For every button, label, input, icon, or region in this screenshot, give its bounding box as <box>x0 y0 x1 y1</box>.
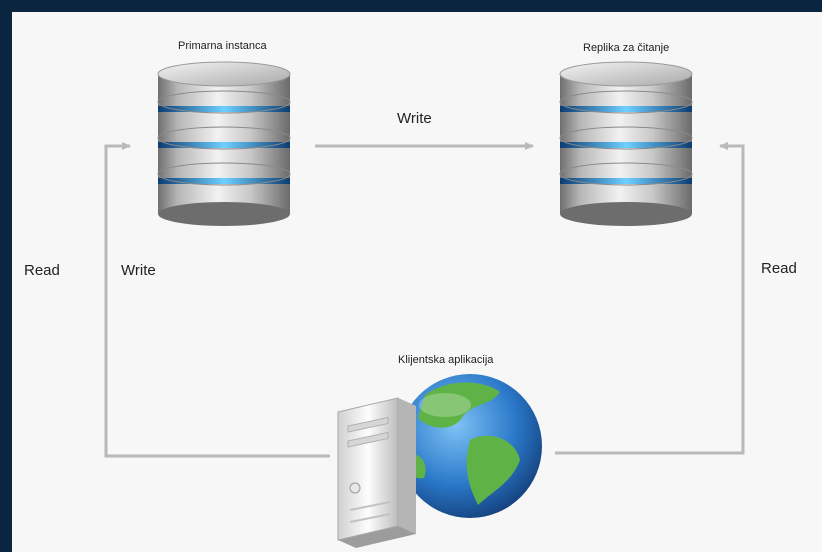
primary-database-icon <box>157 61 291 226</box>
client-computer-icon <box>337 397 416 548</box>
read-replica-label: Replika za čitanje <box>583 42 670 54</box>
primary-write-label: Write <box>121 262 156 279</box>
primary-read-label: Read <box>24 262 60 279</box>
diagram-stage: Primarna instanca Replika za čitanje Kli… <box>0 0 822 552</box>
replica-read-label: Read <box>761 260 797 277</box>
replica-database-icon <box>559 61 693 226</box>
primary-to-replica-write-label: Write <box>397 110 432 127</box>
client-globe-icon <box>398 374 542 518</box>
client-application-label: Klijentska aplikacija <box>398 354 494 366</box>
primary-instance-label: Primarna instanca <box>178 40 267 52</box>
